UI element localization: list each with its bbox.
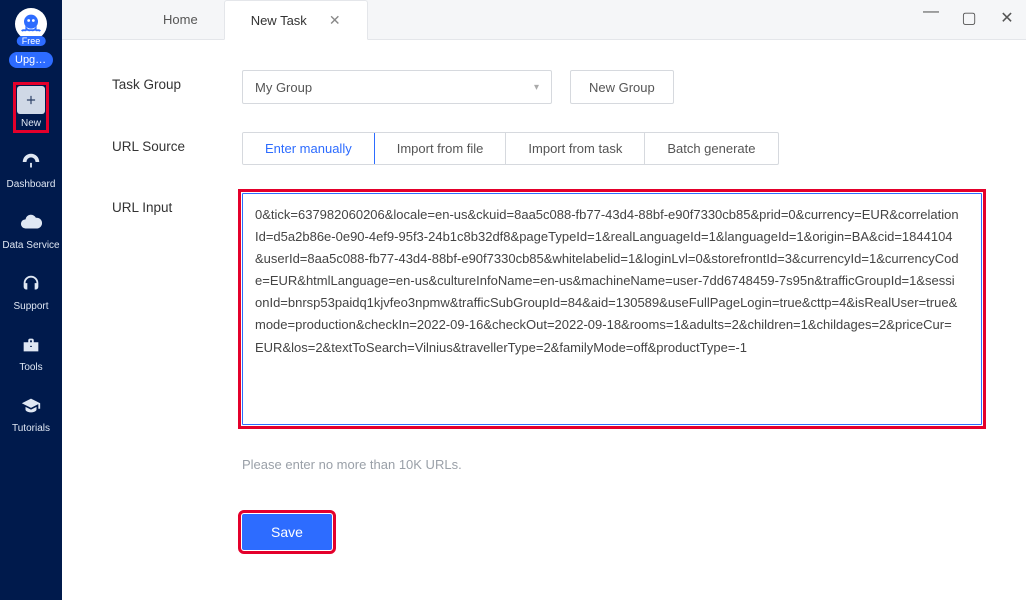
graduation-cap-icon [18,393,44,419]
url-source-import-file[interactable]: Import from file [374,133,506,164]
sidebar-item-tools[interactable]: Tools [18,332,44,373]
url-source-enter-manually[interactable]: Enter manually [242,132,375,165]
content: Task Group My Group ▾ New Group URL Sour… [62,40,1026,600]
close-icon[interactable]: ✕ [329,12,341,29]
task-group-label: Task Group [112,70,242,104]
task-group-select[interactable]: My Group ▾ [242,70,552,104]
sidebar-item-label: Support [13,301,48,312]
save-button[interactable]: Save [242,514,332,550]
url-input-label: URL Input [112,193,242,550]
sidebar-item-label: New [21,118,41,129]
button-label: New Group [589,80,655,95]
new-group-button[interactable]: New Group [570,70,674,104]
tab-label: New Task [251,13,307,28]
avatar[interactable]: Free [15,8,47,40]
headset-icon [18,271,44,297]
sidebar-item-label: Tools [19,362,42,373]
chevron-down-icon: ▾ [534,82,539,93]
plus-square-icon [17,86,45,114]
cloud-check-icon [18,210,44,236]
url-input-textarea[interactable]: 0&tick=637982060206&locale=en-us&ckuid=8… [242,193,982,425]
window-minimize[interactable]: — [922,3,940,23]
window-close[interactable]: ✕ [998,8,1016,28]
sidebar-item-support[interactable]: Support [13,271,48,312]
octopus-icon [17,10,45,38]
sidebar-item-data-service[interactable]: Data Service [2,210,59,251]
sidebar-item-label: Data Service [2,240,59,251]
window-controls: — ▢ ✕ [922,8,1016,28]
sidebar-item-tutorials[interactable]: Tutorials [12,393,50,434]
sidebar-item-new[interactable]: New [17,86,45,129]
url-input-hint: Please enter no more than 10K URLs. [242,457,462,472]
tab-home[interactable]: Home [137,0,224,39]
sidebar: Free Upg… New Dashboard Data Service Sup… [0,0,62,600]
url-source-import-task[interactable]: Import from task [505,133,644,164]
window-maximize[interactable]: ▢ [960,8,978,28]
upgrade-button[interactable]: Upg… [9,52,53,68]
toolbox-icon [18,332,44,358]
plan-badge: Free [17,36,46,46]
select-value: My Group [255,80,312,95]
tab-new-task[interactable]: New Task ✕ [224,0,368,40]
sidebar-item-label: Tutorials [12,423,50,434]
url-source-batch-generate[interactable]: Batch generate [644,133,777,164]
tab-bar: Home New Task ✕ [62,0,1026,40]
sidebar-item-dashboard[interactable]: Dashboard [7,149,56,190]
url-source-segmented: Enter manually Import from file Import f… [242,132,779,165]
url-source-label: URL Source [112,132,242,165]
button-label: Save [271,524,303,540]
dashboard-icon [18,149,44,175]
sidebar-item-label: Dashboard [7,179,56,190]
url-input-wrap: 0&tick=637982060206&locale=en-us&ckuid=8… [242,193,982,425]
main: — ▢ ✕ Home New Task ✕ Task Group My Grou… [62,0,1026,600]
tab-label: Home [163,12,198,27]
